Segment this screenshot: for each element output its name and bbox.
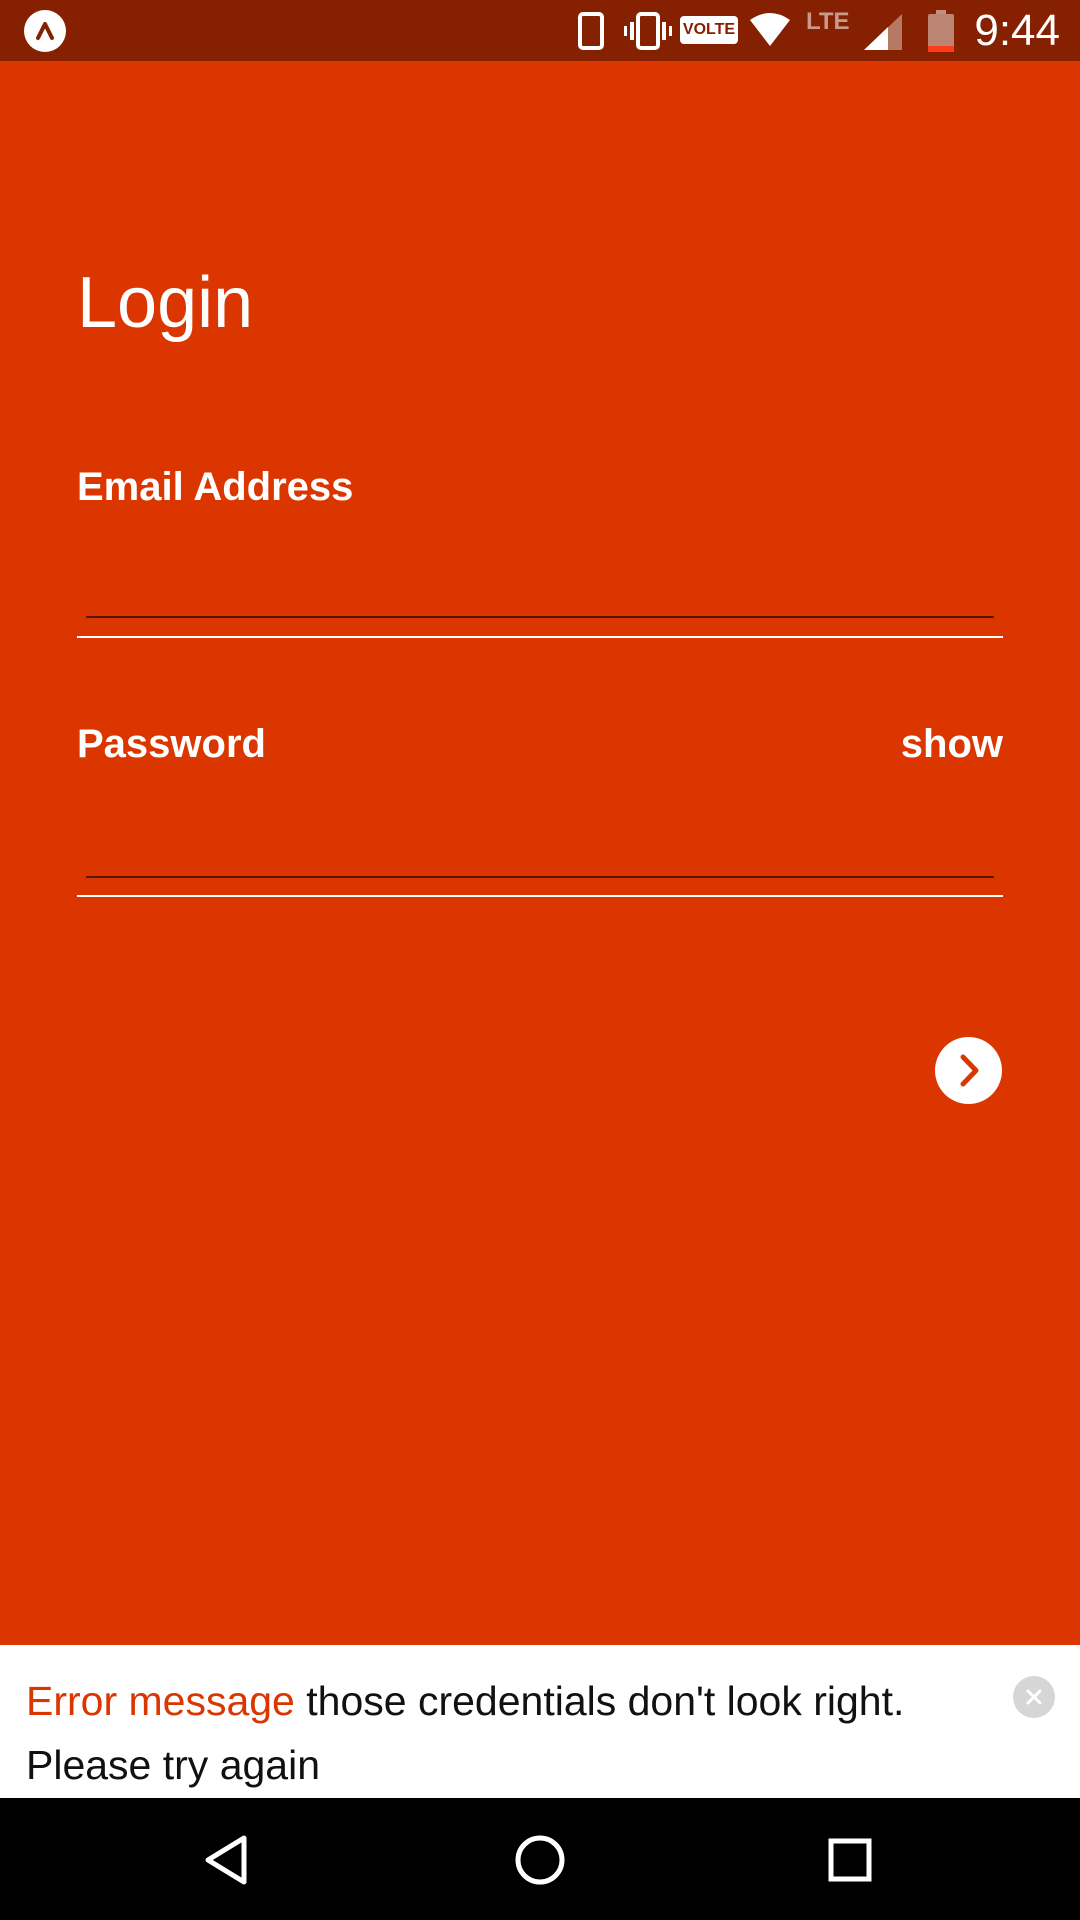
signal-icon: [864, 14, 902, 50]
clock: 9:44: [974, 6, 1060, 55]
toast-close-button[interactable]: [1013, 1676, 1055, 1718]
recents-icon: [828, 1838, 872, 1882]
password-field[interactable]: [86, 820, 994, 878]
app-icon: [24, 10, 66, 52]
home-button[interactable]: [508, 1828, 572, 1892]
phone-icon: [578, 12, 604, 50]
email-divider: [77, 636, 1003, 638]
page-title: Login: [77, 263, 254, 343]
navigation-bar: [0, 1798, 1080, 1920]
battery-icon: [928, 10, 954, 52]
recents-button[interactable]: [818, 1828, 882, 1892]
error-message: Error message those credentials don't lo…: [26, 1669, 986, 1797]
chevron-right-icon: [960, 1054, 979, 1087]
password-label: Password: [77, 722, 266, 766]
back-button[interactable]: [198, 1828, 262, 1892]
email-field[interactable]: [86, 560, 994, 618]
submit-button[interactable]: [935, 1037, 1002, 1104]
status-bar: VOLTE LTE 9:44: [0, 0, 1080, 61]
wifi-icon: [750, 13, 790, 46]
close-icon: [1026, 1689, 1042, 1705]
password-divider: [77, 895, 1003, 897]
email-label: Email Address: [77, 465, 354, 509]
show-password-toggle[interactable]: show: [901, 722, 1003, 767]
network-type: LTE: [806, 8, 850, 35]
back-icon: [205, 1835, 247, 1885]
error-toast: Error message those credentials don't lo…: [0, 1645, 1080, 1798]
volte-icon: VOLTE: [680, 16, 738, 44]
vibrate-icon: [624, 12, 672, 50]
error-label: Error message: [26, 1678, 295, 1724]
home-icon: [515, 1835, 565, 1885]
login-screen: VOLTE LTE 9:44 Login Email Address Passw…: [0, 0, 1080, 1920]
